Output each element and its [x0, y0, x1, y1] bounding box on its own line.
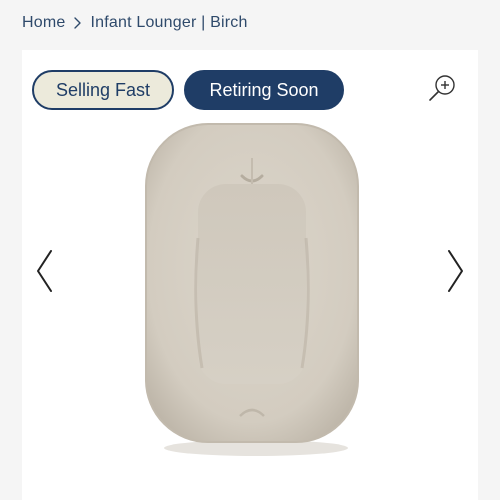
retiring-soon-badge: Retiring Soon: [184, 70, 344, 110]
selling-fast-label: Selling Fast: [55, 79, 151, 100]
retiring-soon-label: Retiring Soon: [209, 79, 319, 100]
breadcrumb-home-link[interactable]: Home: [22, 14, 65, 32]
next-image-button[interactable]: [442, 248, 470, 298]
chevron-right-icon: [73, 16, 82, 30]
zoom-in-icon: [426, 72, 458, 109]
product-gallery: Selling Fast Retiring Soon: [22, 50, 478, 500]
breadcrumb-current: Infant Lounger | Birch: [90, 14, 248, 31]
previous-image-button[interactable]: [30, 248, 58, 298]
breadcrumb: Home Infant Lounger | Birch: [22, 12, 248, 34]
selling-fast-badge: Selling Fast: [32, 70, 174, 110]
chevron-right-icon: [446, 248, 466, 299]
zoom-button[interactable]: [424, 72, 460, 108]
chevron-left-icon: [34, 248, 54, 299]
product-image: [132, 118, 372, 458]
